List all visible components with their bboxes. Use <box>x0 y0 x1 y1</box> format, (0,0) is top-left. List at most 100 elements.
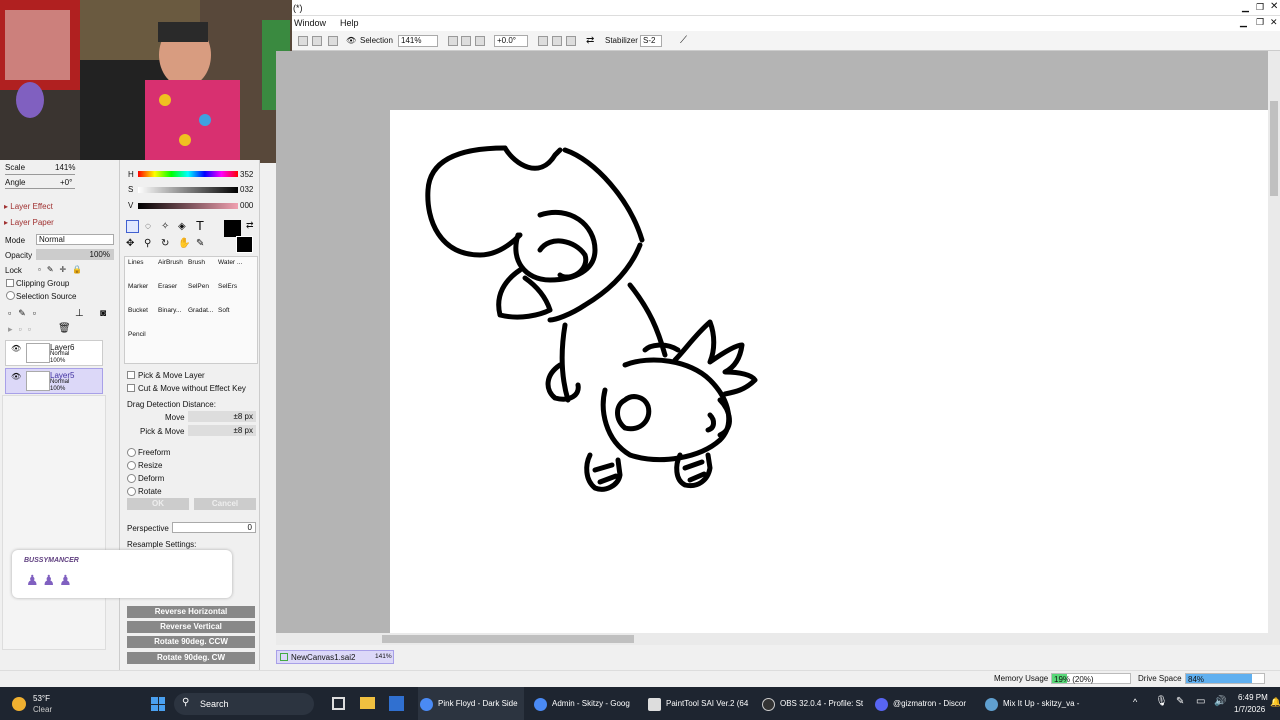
rotate-reset-icon[interactable] <box>552 36 562 46</box>
brush-pencil[interactable]: Pencil <box>128 331 146 338</box>
cut-move-checkbox[interactable] <box>127 384 135 392</box>
layer-action-icons[interactable]: ▫✎▫ <box>8 308 43 319</box>
brush-binary[interactable]: Binary... <box>158 307 181 314</box>
brush-lines[interactable]: Lines <box>128 259 144 266</box>
brush-selpen[interactable]: SelPen <box>188 283 209 290</box>
brush-eraser[interactable]: Eraser <box>158 283 177 290</box>
ok-button[interactable]: OK <box>127 498 189 510</box>
brush-water[interactable]: Water ... <box>218 259 242 266</box>
brush-brush[interactable]: Brush <box>188 259 205 266</box>
horizontal-scroll-thumb[interactable] <box>382 635 634 643</box>
brush-airbrush[interactable]: AirBrush <box>158 259 183 266</box>
rotate-icon[interactable]: ↻ <box>161 238 169 249</box>
close-icon[interactable]: ✕ <box>1270 1 1278 12</box>
eye-icon[interactable]: 👁 <box>346 35 356 47</box>
weather-temp[interactable]: 53°F <box>33 694 50 703</box>
file-explorer-icon[interactable] <box>360 697 375 709</box>
start-icon[interactable] <box>151 697 165 711</box>
rotate-ccw-icon[interactable] <box>538 36 548 46</box>
rotate-ccw-button[interactable]: Rotate 90deg. CCW <box>127 636 255 648</box>
angle-select[interactable]: +0.0° <box>494 35 528 47</box>
rotate-cw-button[interactable]: Rotate 90deg. CW <box>127 652 255 664</box>
saturation-slider[interactable] <box>138 187 238 193</box>
scale-slider[interactable] <box>5 174 75 175</box>
vertical-scroll-thumb[interactable] <box>1270 101 1278 196</box>
pick-move-layer-checkbox[interactable] <box>127 371 135 379</box>
primary-color-swatch[interactable] <box>224 220 241 237</box>
rotate-cw-icon[interactable] <box>566 36 576 46</box>
move-icon[interactable]: ✥ <box>126 238 134 249</box>
swap-color-icon[interactable]: ⇄ <box>246 220 254 231</box>
store-icon[interactable] <box>389 696 404 711</box>
tray-chevron-icon[interactable]: ^ <box>1133 697 1137 707</box>
vertical-scrollbar[interactable] <box>1268 51 1280 633</box>
reverse-horizontal-button[interactable]: Reverse Horizontal <box>127 606 255 618</box>
brush-marker[interactable]: Marker <box>128 283 148 290</box>
horizontal-scrollbar[interactable] <box>276 633 1280 645</box>
layer-row[interactable]: 👁 Layer5 Normal 100% <box>5 368 103 394</box>
taskbar-app[interactable]: PaintTool SAI Ver.2 (64 <box>646 687 752 720</box>
layer-action-icons-2[interactable]: ▸▫▫ <box>8 324 37 335</box>
menu-help[interactable]: Help <box>340 18 359 28</box>
line-icon[interactable]: ⟋ <box>680 35 687 47</box>
clock-date[interactable]: 1/7/2026 <box>1234 705 1265 714</box>
brush-selers[interactable]: SelErs <box>218 283 237 290</box>
deform-radio[interactable] <box>127 474 136 483</box>
zoom-out-icon[interactable] <box>448 36 458 46</box>
doc-minimize-icon[interactable]: ▁ <box>1240 17 1247 28</box>
toolbar-button[interactable] <box>298 36 308 46</box>
layer-effect-header[interactable]: ▸ Layer Effect <box>4 202 53 211</box>
text-tool-icon[interactable]: T <box>196 218 204 233</box>
clipping-group-checkbox[interactable] <box>6 279 14 287</box>
search-box[interactable]: ⚲ Search <box>174 693 314 715</box>
lasso-icon[interactable]: ◌ <box>145 221 151 232</box>
reverse-vertical-button[interactable]: Reverse Vertical <box>127 621 255 633</box>
minimize-icon[interactable]: ▁ <box>1242 2 1249 13</box>
toolbar-button[interactable] <box>328 36 338 46</box>
drawing-canvas[interactable] <box>390 110 1268 633</box>
menu-window[interactable]: Window <box>294 18 326 28</box>
hand-icon[interactable]: ✋ <box>178 238 190 249</box>
visibility-eye-icon[interactable]: 👁 <box>11 344 21 353</box>
zoom-in-icon[interactable] <box>461 36 471 46</box>
doc-restore-icon[interactable]: ❐ <box>1256 17 1264 28</box>
eyedropper-icon[interactable]: ✎ <box>196 238 204 249</box>
selection-toggle[interactable]: Selection <box>360 35 393 47</box>
restore-icon[interactable]: ❐ <box>1256 2 1264 13</box>
lock-icons[interactable]: ▫✎✛🔒 <box>38 265 88 274</box>
visibility-eye-icon[interactable]: 👁 <box>11 372 21 381</box>
taskbar-app[interactable]: Mix It Up - skitzy_va - <box>983 687 1089 720</box>
settings-icon[interactable]: ◙ <box>100 308 106 319</box>
zoom-select[interactable]: 141% <box>398 35 438 47</box>
merge-icon[interactable]: ⊥ <box>75 308 84 319</box>
secondary-color-swatch[interactable] <box>236 236 253 253</box>
microphone-icon[interactable]: 🎙 <box>1155 696 1168 707</box>
pick-move-distance-slider[interactable]: ±8 px <box>188 425 256 436</box>
mode-select[interactable]: Normal <box>36 234 114 245</box>
rotate-radio[interactable] <box>127 487 136 496</box>
pen-icon[interactable]: ✎ <box>1176 696 1184 707</box>
trash-icon[interactable]: 🗑 <box>58 323 71 334</box>
clock-time[interactable]: 6:49 PM <box>1238 693 1268 702</box>
doc-close-icon[interactable]: ✕ <box>1270 17 1278 28</box>
selection-source-radio[interactable] <box>6 291 15 300</box>
value-slider[interactable] <box>138 203 238 209</box>
hue-slider[interactable] <box>138 171 238 177</box>
network-icon[interactable]: ▭ <box>1196 696 1205 707</box>
layer-list[interactable] <box>2 395 106 650</box>
taskbar-app[interactable]: @gizmatron - Discor <box>873 687 979 720</box>
toolbar-button[interactable] <box>312 36 322 46</box>
taskbar-app[interactable]: Pink Floyd - Dark Side <box>418 687 524 720</box>
zoom-reset-icon[interactable] <box>475 36 485 46</box>
volume-icon[interactable]: 🔊 <box>1214 696 1226 707</box>
cancel-button[interactable]: Cancel <box>194 498 256 510</box>
angle-slider[interactable] <box>5 188 75 189</box>
rect-select-icon[interactable] <box>126 220 139 233</box>
taskbar-app[interactable]: Admin - Skitzy - Goog <box>532 687 638 720</box>
freeform-radio[interactable] <box>127 448 136 457</box>
brush-bucket[interactable]: Bucket <box>128 307 148 314</box>
opacity-slider[interactable]: 100% <box>36 249 114 260</box>
task-view-icon[interactable] <box>332 697 345 710</box>
brush-soft[interactable]: Soft <box>218 307 230 314</box>
resize-radio[interactable] <box>127 461 136 470</box>
